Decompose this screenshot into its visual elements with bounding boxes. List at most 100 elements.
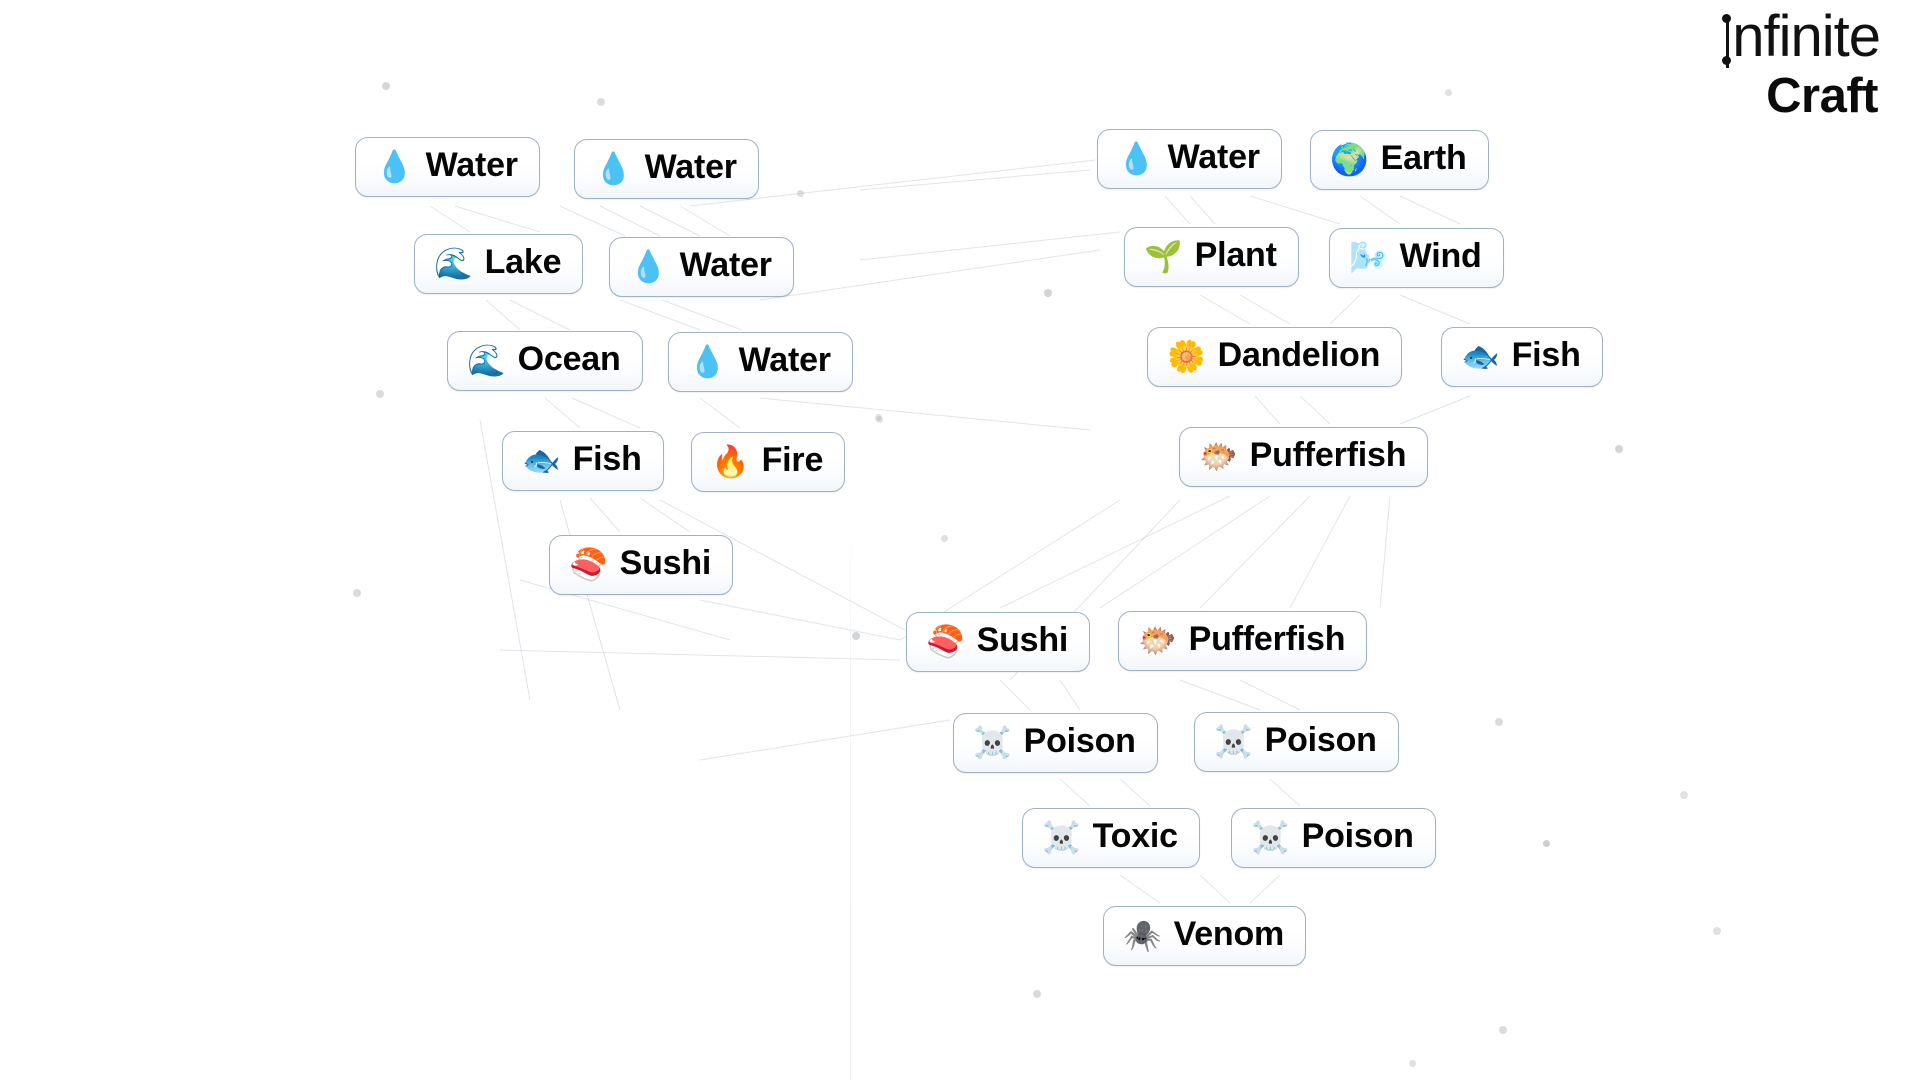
element-card-label: Pufferfish [1249,436,1407,474]
element-card-label: Ocean [517,340,621,378]
element-card-water[interactable]: 💧 Water [1097,129,1282,189]
element-card-label: Pufferfish [1188,620,1346,658]
crafting-edge [1329,294,1361,325]
element-card-plant[interactable]: 🌱 Plant [1124,227,1299,287]
crafting-edge [699,599,901,641]
crafting-edge [1059,679,1081,711]
element-card-venom[interactable]: 🕷️ Venom [1103,906,1307,966]
element-card-water[interactable]: 💧 Water [668,332,853,392]
crafting-edge [1239,679,1301,711]
crafting-edge [454,205,541,233]
element-card-water[interactable]: 💧 Water [574,139,759,199]
element-card-poison[interactable]: ☠️ Poison [953,713,1158,773]
infinite-craft-canvas[interactable]: 💧 Water 💧 Water 🌊 Lake 💧 Water 🌊 Ocean 💧 Water 🐟 Fish… [0,0,1920,1080]
crafting-edges [429,159,1471,904]
logo-line-infinite: nfinite [1721,8,1881,68]
crafting-edge [1379,495,1391,609]
crafting-edge [1359,195,1401,225]
crafting-edge [1249,195,1341,225]
fire-icon: 🔥 [711,443,750,479]
crafting-edge [1189,195,1216,225]
crafting-edge [1119,874,1161,904]
pufferfish-icon: 🐡 [1138,622,1177,658]
water-droplet-icon: 💧 [594,150,633,186]
skull-crossbones-icon: ☠️ [973,724,1012,760]
element-card-label: Water [1167,138,1260,176]
background-dot [1033,990,1041,998]
ocean-wave-icon: 🌊 [434,245,473,281]
element-card-water[interactable]: 💧 Water [355,137,540,197]
element-card-label: Fire [761,441,824,479]
crafting-edge [429,205,471,233]
element-card-dandelion[interactable]: 🌼 Dandelion [1147,327,1403,387]
crafting-edge [619,299,701,331]
element-card-wind[interactable]: 🌬️ Wind [1329,228,1504,288]
crafting-edge [1119,778,1151,807]
fish-icon: 🐟 [1461,338,1500,374]
background-dot [376,390,384,398]
element-card-pufferfish[interactable]: 🐡 Pufferfish [1118,611,1368,671]
element-card-label: Fish [1511,336,1581,374]
crafting-edge [1199,294,1251,325]
crafting-edge [559,205,626,237]
crafting-edge [1289,495,1351,609]
background-dot [796,189,804,197]
element-card-poison[interactable]: ☠️ Poison [1194,712,1399,772]
crafting-edge [589,497,621,533]
sushi-icon: 🍣 [926,623,965,659]
element-card-label: Water [738,341,831,379]
blossom-icon: 🌼 [1167,338,1206,374]
crafting-edge [1179,679,1261,711]
crafting-edge [661,299,743,331]
element-card-label: Plant [1194,236,1277,274]
background-dot [382,82,390,90]
logo-stylized-i-icon [1721,8,1732,68]
element-card-lake[interactable]: 🌊 Lake [414,234,584,294]
element-card-fish[interactable]: 🐟 Fish [1441,327,1603,387]
crafting-edge [1099,495,1271,609]
crafting-edge [679,205,731,237]
element-card-label: Earth [1380,139,1467,177]
element-card-label: Water [425,146,518,184]
element-card-fish[interactable]: 🐟 Fish [502,431,664,491]
background-dot [874,413,882,421]
element-card-sushi[interactable]: 🍣 Sushi [906,612,1091,672]
element-card-water[interactable]: 💧 Water [609,237,794,297]
element-card-label: Poison [1023,722,1136,760]
crafting-edge [1269,778,1301,807]
crafting-edge [509,299,571,331]
background-dot [597,98,605,106]
element-card-toxic[interactable]: ☠️ Toxic [1022,808,1200,868]
background-dot [1499,1026,1507,1034]
logo-infinite-text: nfinite [1732,4,1881,69]
element-card-label: Sushi [976,621,1069,659]
water-droplet-icon: 💧 [375,148,414,184]
crafting-edge [1164,195,1191,225]
crafting-edge [759,397,1091,431]
crafting-edge [1059,778,1091,807]
crafting-edge [571,397,641,429]
element-card-earth[interactable]: 🌍 Earth [1310,130,1489,190]
spider-icon: 🕷️ [1123,917,1162,953]
element-card-label: Dandelion [1217,336,1381,374]
logo-line-craft: Craft [1766,69,1878,123]
water-droplet-icon: 💧 [629,248,668,284]
background-dot [1713,927,1721,935]
crafting-edge [499,649,901,661]
element-card-poison[interactable]: ☠️ Poison [1231,808,1436,868]
sushi-icon: 🍣 [569,546,608,582]
earth-globe-icon: 🌍 [1330,141,1369,177]
element-card-fire[interactable]: 🔥 Fire [691,432,846,492]
background-dot [1680,791,1688,799]
crafting-edge [639,205,701,237]
element-card-label: Poison [1301,817,1414,855]
element-card-sushi[interactable]: 🍣 Sushi [549,535,734,595]
skull-crossbones-icon: ☠️ [1042,819,1081,855]
crafting-edge [1299,395,1331,425]
crafting-edge [1249,874,1281,904]
crafting-edge [599,205,661,237]
background-dot [875,415,883,423]
element-card-pufferfish[interactable]: 🐡 Pufferfish [1179,427,1429,487]
background-dot [940,534,948,542]
element-card-ocean[interactable]: 🌊 Ocean [447,331,643,391]
